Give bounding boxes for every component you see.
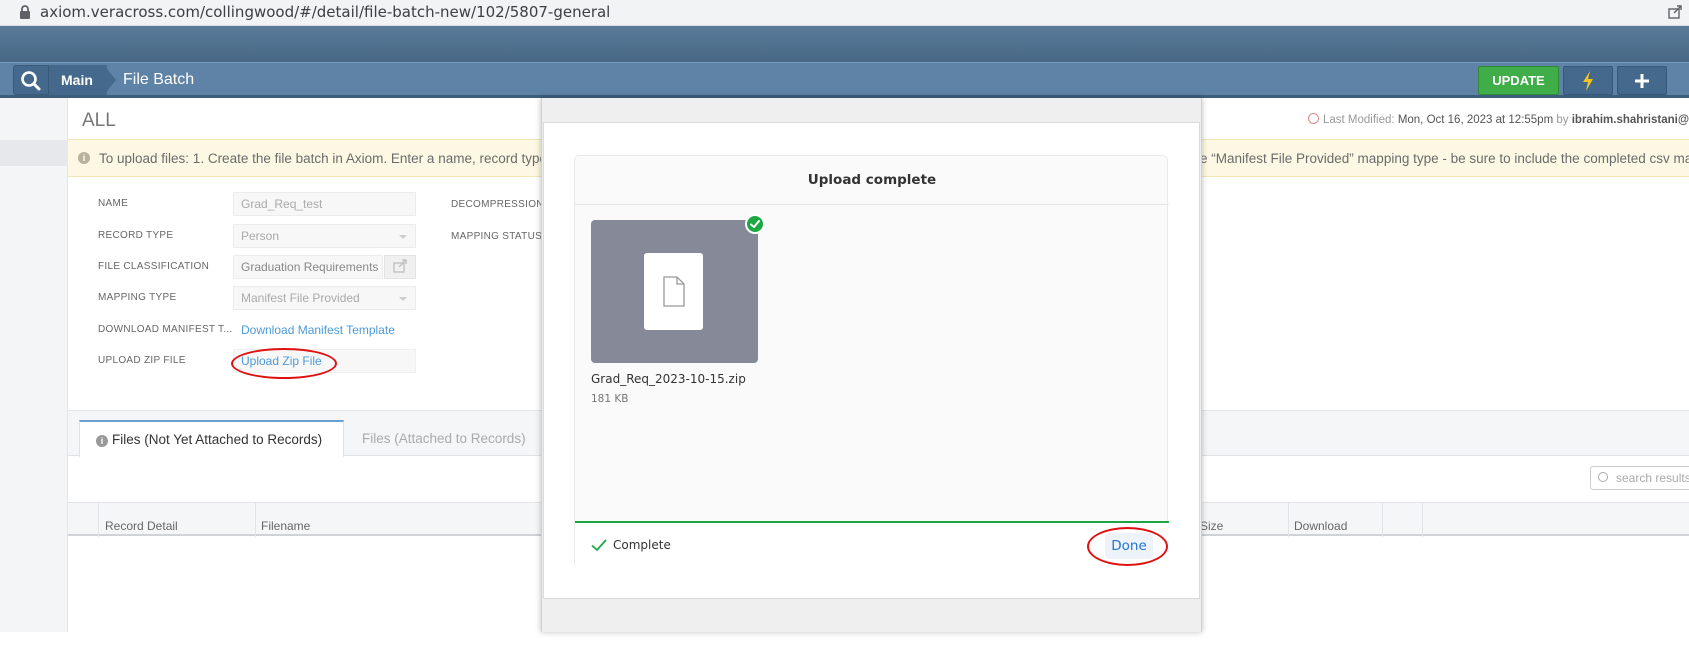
tab-files-attached[interactable]: Files (Attached to Records) xyxy=(362,431,526,446)
add-button[interactable] xyxy=(1617,66,1667,95)
mapping-type-select[interactable]: Manifest File Provided xyxy=(233,286,416,310)
search-icon xyxy=(21,71,41,91)
record-type-label: RECORD TYPE xyxy=(98,230,174,241)
file-thumbnail[interactable] xyxy=(591,220,758,363)
column-filename[interactable]: Filename xyxy=(261,519,310,533)
info-icon: i xyxy=(96,435,108,447)
grid-search-placeholder: search results xyxy=(1616,471,1689,485)
update-button[interactable]: UPDATE xyxy=(1478,66,1559,95)
gutter-selected-item[interactable] xyxy=(0,140,68,166)
last-modified-label: Last Modified: xyxy=(1323,114,1395,126)
page-heading: ALL xyxy=(82,110,116,131)
mapping-type-label: MAPPING TYPE xyxy=(98,292,177,303)
file-classification-label: FILE CLASSIFICATION xyxy=(98,261,210,272)
record-type-select[interactable]: Person xyxy=(233,224,416,248)
info-icon: i xyxy=(78,152,90,164)
column-divider xyxy=(1288,503,1289,537)
upload-status-title: Upload complete xyxy=(575,156,1169,205)
column-divider xyxy=(98,503,99,537)
plus-icon xyxy=(1635,74,1649,88)
file-classification-row: FILE CLASSIFICATION Graduation Requireme… xyxy=(68,253,548,281)
instructions-text: To upload files: 1. Create the file batc… xyxy=(99,151,551,166)
app-toolbar: Main File Batch UPDATE xyxy=(0,62,1689,98)
open-classification-button[interactable] xyxy=(384,255,416,279)
mapping-type-row: MAPPING TYPE Manifest File Provided xyxy=(68,284,548,312)
column-divider xyxy=(1382,503,1383,537)
search-icon xyxy=(1598,472,1608,482)
download-manifest-label: DOWNLOAD MANIFEST T... xyxy=(98,324,233,335)
column-download[interactable]: Download xyxy=(1294,519,1347,533)
clock-icon xyxy=(1308,113,1319,124)
uploaded-file-name: Grad_Req_2023-10-15.zip xyxy=(591,372,746,386)
name-label: NAME xyxy=(98,198,129,209)
file-document-icon xyxy=(644,253,703,330)
file-uploader: Upload complete Grad_Req_2023-10-15.zip … xyxy=(574,155,1169,569)
uploader-status-bar: Complete Done xyxy=(575,521,1169,569)
column-record-detail[interactable]: Record Detail xyxy=(105,519,178,533)
instructions-text-continued: e “Manifest File Provided” mapping type … xyxy=(1200,151,1689,166)
annotation-circle-done xyxy=(1087,527,1168,566)
checkmark-icon xyxy=(591,539,607,552)
upload-success-icon xyxy=(745,214,765,234)
decompression-status-label: DECOMPRESSION S xyxy=(451,199,554,210)
last-modified: Last Modified: Mon, Oct 16, 2023 at 12:5… xyxy=(1308,113,1689,126)
modified-by: ibrahim.shahristani@col xyxy=(1571,114,1689,126)
column-divider xyxy=(255,503,256,537)
upload-status-text: Complete xyxy=(613,538,671,552)
lightning-icon xyxy=(1583,71,1593,91)
breadcrumb-main[interactable]: Main xyxy=(49,65,107,95)
left-gutter xyxy=(0,98,68,632)
lock-icon xyxy=(20,5,30,19)
breadcrumb-separator xyxy=(104,65,116,95)
upload-zip-label: UPLOAD ZIP FILE xyxy=(98,355,186,366)
url-text[interactable]: axiom.veracross.com/collingwood/#/detail… xyxy=(40,3,610,21)
file-classification-field[interactable]: Graduation Requirements xyxy=(233,255,383,279)
quick-actions-button[interactable] xyxy=(1563,66,1613,95)
page-title: File Batch xyxy=(123,71,195,88)
column-divider xyxy=(1422,503,1423,537)
tab-files-not-attached-label: Files (Not Yet Attached to Records) xyxy=(112,432,323,447)
column-size[interactable]: Size xyxy=(1200,519,1223,533)
last-modified-value: Mon, Oct 16, 2023 at 12:55pm xyxy=(1397,114,1554,126)
search-button[interactable] xyxy=(13,65,49,95)
grid-search-input[interactable]: search results xyxy=(1590,466,1689,490)
browser-url-bar[interactable]: axiom.veracross.com/collingwood/#/detail… xyxy=(0,0,1689,26)
external-link-icon xyxy=(393,259,407,273)
uploaded-file-size: 181 KB xyxy=(591,393,629,405)
download-manifest-link[interactable]: Download Manifest Template xyxy=(233,318,416,342)
mapping-status-label: MAPPING STATUS xyxy=(451,231,543,242)
app-header-top xyxy=(0,26,1689,62)
download-manifest-row: DOWNLOAD MANIFEST T... Download Manifest… xyxy=(68,316,548,344)
name-field[interactable]: Grad_Req_test xyxy=(233,192,416,216)
by-label: by xyxy=(1556,114,1569,126)
share-icon[interactable] xyxy=(1667,4,1683,20)
tab-files-not-attached[interactable]: i Files (Not Yet Attached to Records) xyxy=(79,420,344,457)
annotation-circle-upload-zip xyxy=(231,348,337,379)
